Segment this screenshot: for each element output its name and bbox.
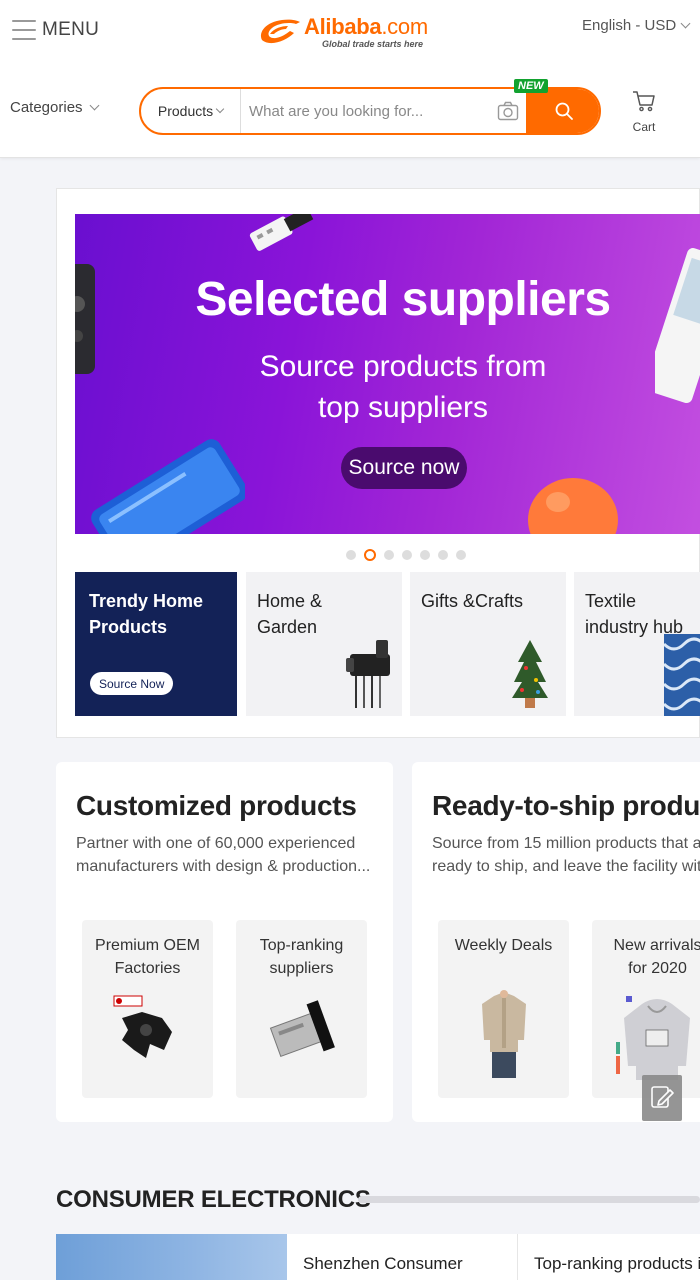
hero-title: Selected suppliers	[195, 273, 611, 326]
chevron-down-icon	[89, 100, 99, 111]
usb-drive-icon	[249, 214, 314, 251]
tile-source-now-button[interactable]: Source Now	[90, 672, 174, 695]
feedback-button[interactable]	[642, 1075, 682, 1121]
hoodie-icon	[616, 996, 690, 1080]
search-input[interactable]	[249, 89, 489, 133]
camera-icon[interactable]	[497, 101, 519, 121]
sub-card-label: Top-ranking suppliers	[259, 937, 344, 977]
section-divider	[358, 1196, 700, 1203]
tile-gifts-crafts[interactable]: Gifts &Crafts	[410, 572, 566, 716]
smartphone-icon	[91, 439, 245, 534]
promo-description: Partner with one of 60,000 experienced m…	[76, 835, 371, 875]
hero-subtitle-line: Source products from	[259, 350, 547, 383]
hero-subtitle-line: top suppliers	[317, 391, 489, 424]
search-scope-dropdown[interactable]: Products	[141, 89, 241, 133]
cart-button[interactable]: Cart	[626, 88, 662, 134]
sub-card-label: New arrivals for 2020	[613, 937, 700, 977]
christmas-tree-icon	[512, 640, 548, 708]
top-header: MENU Alibaba.com Global trade starts her…	[0, 0, 700, 158]
engine-part-icon	[113, 995, 172, 1058]
search-button[interactable]	[526, 89, 599, 133]
sub-card-label: Premium OEM Factories	[95, 937, 200, 977]
search-icon	[555, 102, 573, 120]
tile-label: Home & Garden	[257, 591, 323, 637]
work-shirt-icon	[482, 990, 526, 1078]
top-ranking-suppliers-card[interactable]: Top-ranking suppliers	[236, 920, 367, 1098]
search-scope-label: Products	[157, 103, 214, 119]
category-tiles: Trendy Home Products Source Now Home & G…	[75, 572, 700, 716]
tile-label: Textile industry hub	[585, 591, 684, 637]
category-banner-image[interactable]	[56, 1234, 287, 1280]
premium-oem-factories-card[interactable]: Premium OEM Factories	[82, 920, 213, 1098]
search-bar: Products	[139, 87, 601, 135]
consumer-electronics-row: Shenzhen Consumer Top-ranking products i…	[56, 1234, 700, 1280]
tile-trendy-home[interactable]: Trendy Home Products Source Now	[75, 572, 237, 716]
chevron-down-icon	[680, 18, 691, 29]
carousel-dot[interactable]	[420, 550, 430, 560]
tile-textile-hub[interactable]: Textile industry hub	[574, 572, 700, 716]
cart-label: Cart	[632, 120, 656, 134]
promo-title: Ready-to-ship produc	[432, 790, 700, 821]
promo-description: Source from 15 million products that a r…	[432, 835, 700, 875]
promo-title: Customized products	[76, 790, 357, 821]
alibaba-logo-icon	[260, 19, 300, 44]
categories-dropdown[interactable]: Categories	[10, 99, 99, 116]
tile-label: Gifts &Crafts	[421, 591, 524, 611]
tile-home-garden[interactable]: Home & Garden	[246, 572, 402, 716]
balloon-icon	[528, 478, 618, 534]
source-now-button[interactable]: Source now	[341, 447, 467, 489]
new-arrivals-card[interactable]: New arrivals for 2020	[592, 920, 700, 1098]
toothbrush-holder-icon	[346, 640, 390, 708]
carousel-dot[interactable]	[438, 550, 448, 560]
divider	[517, 1234, 518, 1280]
car-stereo-icon	[269, 1000, 335, 1057]
language-currency-selector[interactable]: English - USD	[582, 17, 691, 34]
menu-label: MENU	[42, 19, 100, 40]
hero-card: Selected suppliers Source products from …	[56, 188, 700, 738]
menu-button[interactable]: MENU	[12, 18, 99, 42]
ready-to-ship-card[interactable]: Ready-to-ship produc Source from 15 mill…	[412, 762, 700, 1122]
carousel-dot[interactable]	[402, 550, 412, 560]
shenzhen-consumer-link[interactable]: Shenzhen Consumer	[303, 1254, 463, 1274]
carousel-dot-active[interactable]	[364, 549, 376, 561]
textile-fabric-icon	[664, 634, 700, 716]
categories-label: Categories	[10, 99, 83, 116]
hero-banner[interactable]: Selected suppliers Source products from …	[75, 214, 700, 534]
carousel-dot[interactable]	[384, 550, 394, 560]
chevron-down-icon	[215, 104, 225, 114]
top-ranking-products-link[interactable]: Top-ranking products ir	[534, 1254, 700, 1274]
carousel-dot[interactable]	[456, 550, 466, 560]
language-label: English - USD	[582, 17, 677, 34]
logo-tagline: Global trade starts here	[322, 39, 424, 49]
hero-subtitle: Source products from top suppliers	[75, 346, 700, 428]
carousel-dot[interactable]	[346, 550, 356, 560]
edit-feedback-icon	[651, 1086, 674, 1108]
hamburger-icon	[12, 18, 36, 42]
weekly-deals-card[interactable]: Weekly Deals	[438, 920, 569, 1098]
logo-wordmark: Alibaba.com	[304, 14, 428, 39]
carousel-dots	[346, 549, 466, 561]
alibaba-logo[interactable]: Alibaba.com Global trade starts here	[256, 10, 446, 54]
sub-card-label: Weekly Deals	[454, 937, 553, 954]
cart-icon	[633, 91, 655, 112]
new-badge: NEW	[514, 79, 548, 93]
section-title: CONSUMER ELECTRONICS	[56, 1186, 371, 1213]
customized-products-card[interactable]: Customized products Partner with one of …	[56, 762, 393, 1122]
tile-label: Trendy Home Products	[89, 591, 204, 637]
